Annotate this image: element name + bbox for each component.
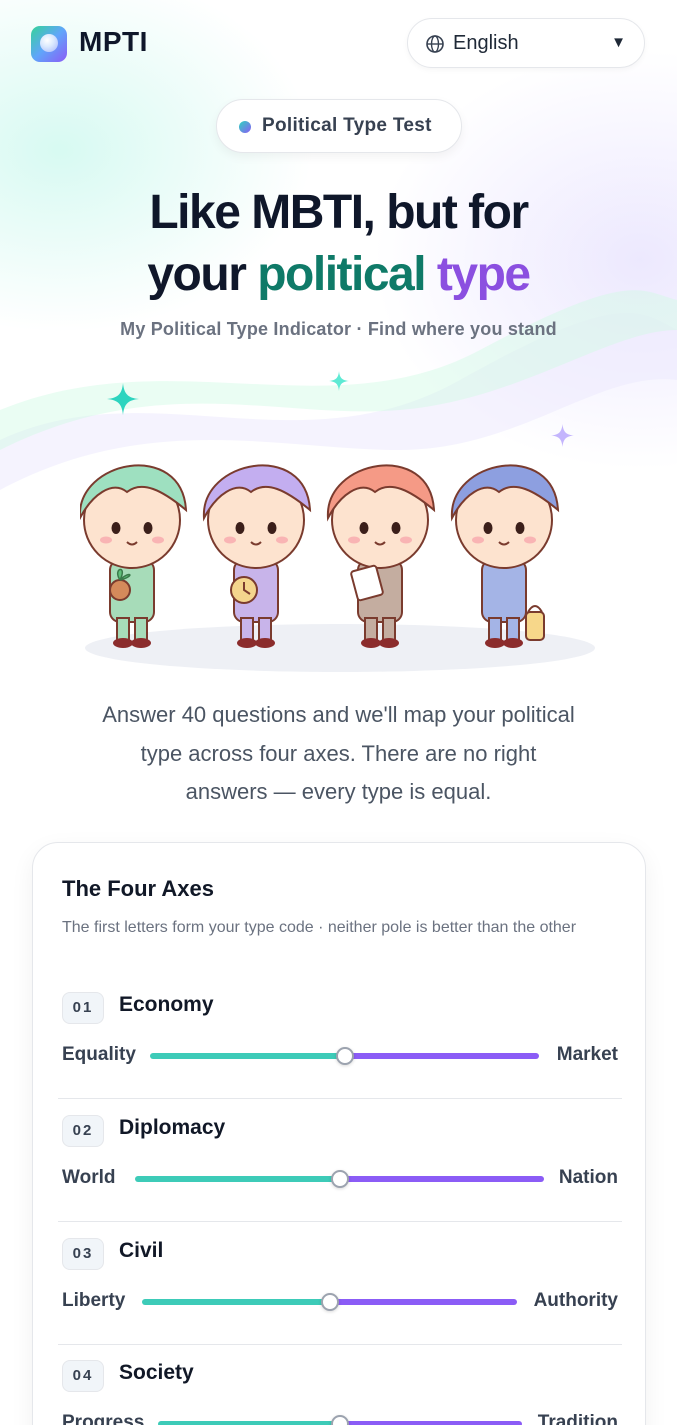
card-title: The Four Axes bbox=[62, 876, 214, 901]
page-subtitle: My Political Type Indicator · Find where… bbox=[120, 319, 557, 339]
globe-icon bbox=[426, 35, 444, 53]
axis-name: Society bbox=[119, 1361, 194, 1384]
axis-slider[interactable] bbox=[150, 1047, 539, 1065]
character-economy bbox=[80, 464, 188, 648]
axis-slider[interactable] bbox=[142, 1293, 517, 1311]
slider-left-fill bbox=[150, 1053, 345, 1059]
axis-slider[interactable] bbox=[135, 1170, 544, 1188]
axis-diplomacy: 02 Diplomacy World Nation bbox=[58, 1115, 622, 1225]
slider-left-fill bbox=[135, 1176, 340, 1182]
test-badge: Political Type Test bbox=[216, 99, 462, 153]
divider bbox=[58, 1221, 622, 1222]
axis-society: 04 Society Progress Tradition bbox=[62, 1360, 618, 1425]
axis-left-pole: World bbox=[62, 1167, 116, 1188]
brand-name[interactable]: MPTI bbox=[79, 26, 148, 58]
axis-civil: 03 Civil Liberty Authority bbox=[58, 1238, 622, 1348]
language-select[interactable]: English ▼ bbox=[407, 18, 645, 68]
slider-handle[interactable] bbox=[335, 1047, 354, 1065]
axis-number: 03 bbox=[62, 1238, 104, 1270]
slider-right-fill bbox=[329, 1299, 517, 1305]
page-title: Like MBTI, but for your political type bbox=[0, 182, 677, 306]
sparkle-icon bbox=[107, 383, 139, 415]
slider-left-fill bbox=[158, 1421, 340, 1425]
four-axes-card: The Four Axes The first letters form you… bbox=[32, 842, 646, 1425]
character-diplomacy bbox=[202, 464, 312, 648]
title-word-political: political bbox=[257, 248, 426, 301]
axis-left-pole: Progress bbox=[62, 1412, 145, 1425]
top-bar: MPTI English ▼ bbox=[0, 0, 677, 90]
axis-name: Civil bbox=[119, 1239, 164, 1262]
card-subtitle: The first letters form your type code · … bbox=[62, 919, 577, 936]
divider bbox=[58, 1098, 622, 1099]
sparkle-icon bbox=[329, 371, 349, 391]
divider bbox=[58, 1344, 622, 1345]
axis-slider[interactable] bbox=[158, 1415, 522, 1425]
axis-economy: 01 Economy Equality Market bbox=[58, 992, 622, 1102]
axis-right-pole: Market bbox=[556, 1044, 618, 1065]
axis-name: Economy bbox=[119, 993, 214, 1016]
slider-right-fill bbox=[344, 1053, 539, 1059]
language-select-value: English bbox=[453, 32, 519, 54]
title-line-1: Like MBTI, but for bbox=[149, 186, 529, 239]
title-word-type: type bbox=[436, 248, 531, 301]
badge-label: Political Type Test bbox=[262, 115, 432, 136]
slider-handle[interactable] bbox=[331, 1415, 349, 1425]
axis-left-pole: Equality bbox=[62, 1044, 136, 1065]
character-society bbox=[450, 464, 560, 648]
slider-handle[interactable] bbox=[320, 1293, 339, 1311]
slider-right-fill bbox=[339, 1176, 544, 1182]
slider-right-fill bbox=[340, 1421, 522, 1425]
title-line-2-lead: your bbox=[147, 248, 247, 301]
character-civil bbox=[326, 464, 436, 648]
axis-right-pole: Tradition bbox=[537, 1412, 618, 1425]
intro-text: Answer 40 questions and we'll map your p… bbox=[102, 702, 575, 804]
axis-name: Diplomacy bbox=[119, 1116, 226, 1139]
logo-icon[interactable] bbox=[31, 26, 67, 62]
axis-right-pole: Nation bbox=[558, 1167, 618, 1188]
four-characters-illustration bbox=[80, 464, 595, 672]
slider-handle[interactable] bbox=[330, 1170, 349, 1188]
axis-left-pole: Liberty bbox=[62, 1290, 126, 1311]
axis-number: 04 bbox=[62, 1360, 104, 1392]
chevron-down-icon: ▼ bbox=[611, 34, 626, 51]
axis-right-pole: Authority bbox=[533, 1290, 618, 1311]
badge-dot-icon bbox=[239, 121, 251, 133]
axis-number: 01 bbox=[62, 992, 104, 1024]
axis-number: 02 bbox=[62, 1115, 104, 1147]
slider-left-fill bbox=[142, 1299, 330, 1305]
